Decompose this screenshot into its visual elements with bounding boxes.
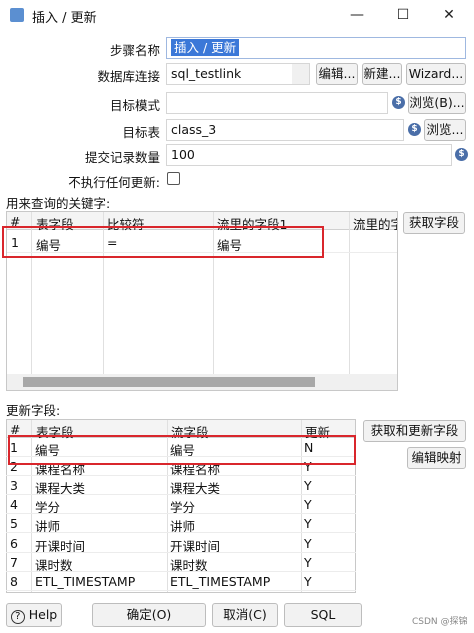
browse-schema-button[interactable]: 浏览(B)... bbox=[408, 92, 466, 114]
no-update-label: 不执行任何更新: bbox=[68, 175, 160, 190]
target-table-input[interactable]: class_3 bbox=[166, 119, 404, 141]
table-row[interactable]: 7 课时数 课时数 Y bbox=[6, 553, 356, 573]
maximize-button[interactable]: ☐ bbox=[380, 0, 426, 30]
commit-size-label: 提交记录数量 bbox=[84, 150, 160, 165]
table-row[interactable]: 4 学分 学分 Y bbox=[6, 495, 356, 515]
edit-connection-button[interactable]: 编辑... bbox=[316, 63, 358, 85]
step-name-input[interactable]: 插入 / 更新 bbox=[166, 37, 466, 59]
db-connection-value: sql_testlink bbox=[171, 66, 242, 81]
help-icon: ? bbox=[10, 610, 25, 624]
commit-size-input[interactable]: 100 bbox=[166, 144, 452, 166]
help-button[interactable]: ? Help bbox=[6, 603, 62, 627]
key-section-label: 用来查询的关键字: bbox=[6, 196, 111, 211]
variable-icon: $ bbox=[392, 96, 405, 109]
window-title: 插入 / 更新 bbox=[32, 11, 97, 26]
table-row[interactable]: 8 ETL_TIMESTAMP ETL_TIMESTAMP Y bbox=[6, 572, 356, 591]
row-num: 6 bbox=[10, 535, 18, 551]
step-name-label: 步骤名称 bbox=[109, 43, 160, 58]
target-schema-label: 目标模式 bbox=[109, 98, 160, 113]
row-update[interactable]: Y bbox=[304, 516, 312, 531]
ok-button[interactable]: 确定(O) bbox=[92, 603, 206, 627]
row-stream-field[interactable]: ETL_TIMESTAMP bbox=[170, 574, 270, 589]
variable-icon: $ bbox=[455, 148, 468, 161]
row-num: 4 bbox=[10, 497, 18, 513]
sql-button[interactable]: SQL bbox=[284, 603, 362, 627]
highlight-box bbox=[8, 435, 356, 465]
edit-mapping-button[interactable]: 编辑映射 bbox=[407, 447, 466, 469]
minimize-button[interactable]: — bbox=[334, 0, 380, 30]
update-section-label: 更新字段: bbox=[6, 403, 61, 418]
db-connection-dropdown[interactable] bbox=[292, 64, 309, 84]
table-row[interactable]: 3 课程大类 课程大类 Y bbox=[6, 476, 356, 496]
get-update-fields-button[interactable]: 获取和更新字段 bbox=[363, 420, 466, 442]
row-update[interactable]: Y bbox=[304, 574, 312, 589]
app-icon bbox=[10, 8, 24, 22]
variable-icon: $ bbox=[408, 123, 421, 136]
cancel-button[interactable]: 取消(C) bbox=[212, 603, 278, 627]
wizard-button[interactable]: Wizard... bbox=[406, 63, 466, 85]
row-divider bbox=[6, 589, 356, 591]
table-row[interactable]: 6 开课时间 开课时间 Y bbox=[6, 534, 356, 554]
target-table-label: 目标表 bbox=[122, 125, 160, 140]
close-button[interactable]: ✕ bbox=[426, 0, 472, 30]
highlight-box bbox=[2, 226, 324, 258]
row-num: 5 bbox=[10, 516, 18, 532]
row-num: 3 bbox=[10, 478, 18, 494]
step-name-value: 插入 / 更新 bbox=[171, 39, 240, 56]
row-update[interactable]: Y bbox=[304, 555, 312, 570]
watermark: CSDN @探锦 bbox=[412, 617, 468, 627]
row-update[interactable]: Y bbox=[304, 536, 312, 551]
title-bar: 插入 / 更新 — ☐ ✕ bbox=[0, 0, 474, 30]
new-connection-button[interactable]: 新建... bbox=[362, 63, 402, 85]
key-grid-scrollbar[interactable] bbox=[7, 374, 397, 390]
db-connection-label: 数据库连接 bbox=[97, 69, 160, 84]
row-update[interactable]: Y bbox=[304, 478, 312, 493]
target-schema-input[interactable] bbox=[166, 92, 388, 114]
get-fields-button[interactable]: 获取字段 bbox=[403, 212, 465, 234]
row-num: 8 bbox=[10, 573, 18, 589]
key-col-stream-field2: 流里的字 bbox=[353, 217, 397, 232]
browse-table-button[interactable]: 浏览... bbox=[424, 119, 466, 141]
row-table-field[interactable]: ETL_TIMESTAMP bbox=[35, 574, 135, 589]
scrollbar-thumb[interactable] bbox=[23, 377, 315, 387]
db-connection-select[interactable]: sql_testlink bbox=[166, 63, 310, 85]
no-update-checkbox[interactable] bbox=[167, 172, 180, 185]
row-num: 7 bbox=[10, 554, 18, 570]
table-row[interactable]: 5 讲师 讲师 Y bbox=[6, 514, 356, 534]
row-update[interactable]: Y bbox=[304, 497, 312, 512]
help-label: Help bbox=[28, 607, 58, 622]
